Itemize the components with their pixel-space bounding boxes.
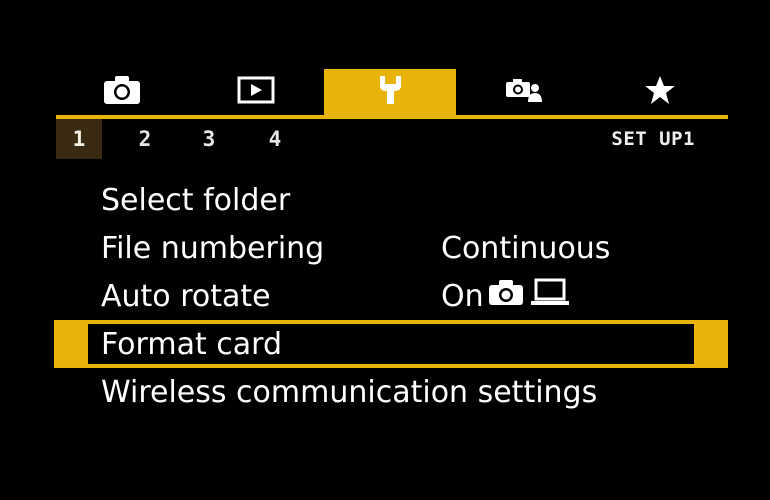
camera-icon <box>103 75 141 109</box>
menu-item-value: On <box>441 278 484 314</box>
menu-item-label: Select folder <box>101 182 291 218</box>
tab-mymenu[interactable] <box>592 69 728 115</box>
menu-item-value: Continuous <box>441 230 611 266</box>
star-icon <box>644 75 676 109</box>
page-selector: 1 2 3 4 SET UP1 <box>56 119 728 159</box>
page-2[interactable]: 2 <box>122 119 168 159</box>
tab-shooting[interactable] <box>56 69 188 115</box>
computer-icon <box>530 278 570 314</box>
camera-person-icon <box>504 76 544 108</box>
wrench-icon <box>375 74 405 110</box>
menu-item-label: File numbering <box>101 230 325 266</box>
camera-icon <box>488 278 524 314</box>
menu-item-select-folder[interactable]: Select folder <box>54 176 728 224</box>
playback-icon <box>237 76 275 108</box>
page-4[interactable]: 4 <box>252 119 298 159</box>
menu-item-label: Format card <box>101 326 282 362</box>
tab-setup[interactable] <box>324 69 456 115</box>
page-3[interactable]: 3 <box>186 119 232 159</box>
menu-item-format-card[interactable]: Format card <box>54 320 728 368</box>
menu-tabs <box>56 69 728 115</box>
section-label: SET UP1 <box>611 128 695 150</box>
tab-playback[interactable] <box>188 69 324 115</box>
menu-item-label: Wireless communication settings <box>101 374 598 410</box>
menu-item-auto-rotate[interactable]: Auto rotate On <box>54 272 728 320</box>
menu-item-file-numbering[interactable]: File numbering Continuous <box>54 224 728 272</box>
menu-item-wireless-communication[interactable]: Wireless communication settings <box>54 368 728 416</box>
page-1[interactable]: 1 <box>56 119 102 159</box>
menu-item-label: Auto rotate <box>101 278 271 314</box>
menu-list: Select folder File numbering Continuous … <box>54 176 728 416</box>
tab-custom[interactable] <box>456 69 592 115</box>
menu-item-value-group: On <box>441 278 570 314</box>
